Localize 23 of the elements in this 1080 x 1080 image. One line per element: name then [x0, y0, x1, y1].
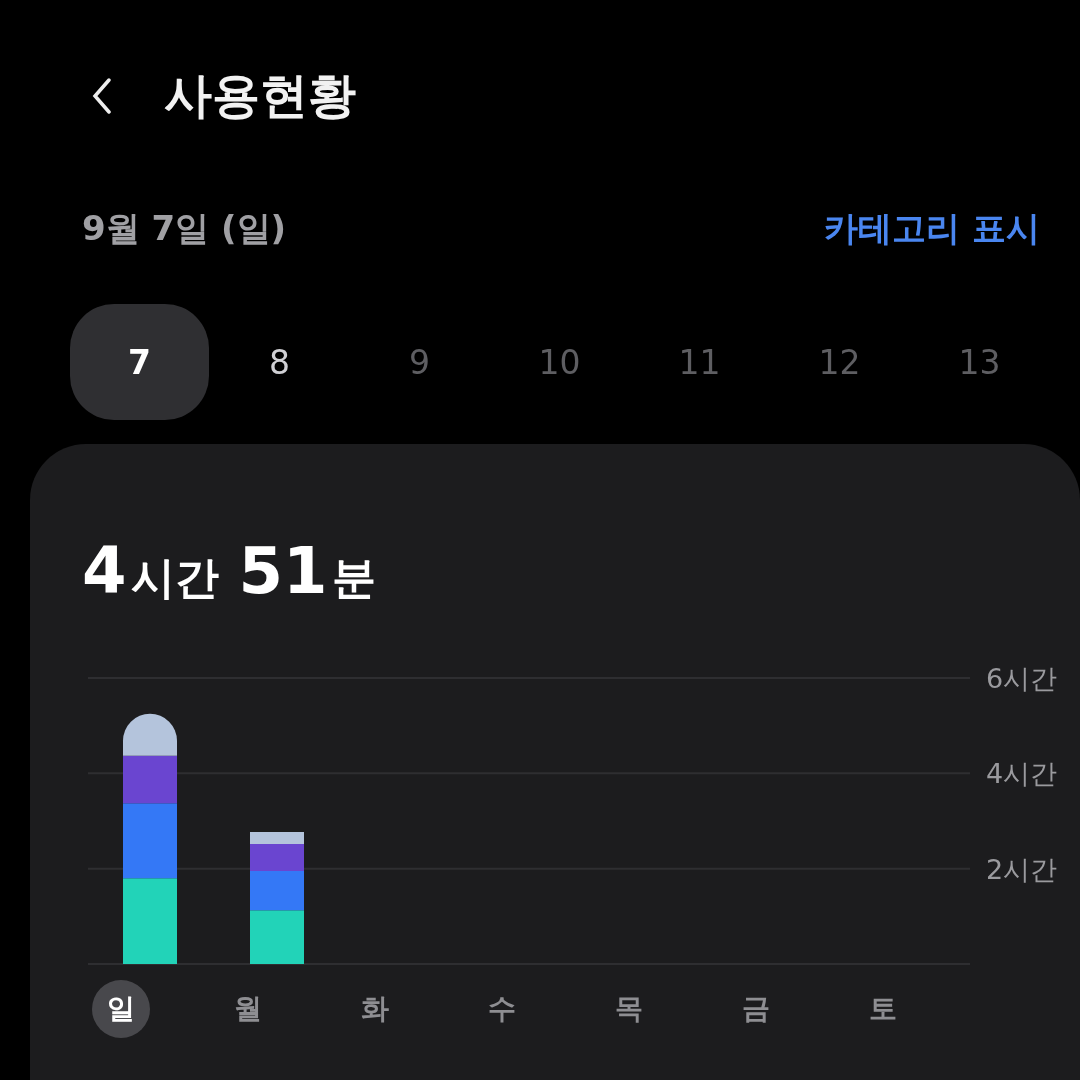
- back-icon[interactable]: [92, 78, 112, 114]
- total-minutes: 51: [238, 534, 328, 608]
- bar-segment: [123, 713, 177, 756]
- axis-label: 6시간: [986, 663, 1058, 694]
- date-label: 9월 7일 (일): [82, 207, 287, 250]
- weekday-label[interactable]: 토: [854, 980, 912, 1038]
- axis-label: 4시간: [986, 758, 1058, 790]
- weekday-label[interactable]: 금: [727, 980, 785, 1038]
- minutes-unit: 분: [331, 551, 376, 605]
- total-hours: 4: [82, 534, 127, 608]
- axis-label: 2시간: [986, 853, 1058, 885]
- day-tab[interactable]: 7: [70, 304, 209, 420]
- weekday-label[interactable]: 월: [219, 980, 277, 1038]
- bar-segment: [250, 871, 304, 911]
- day-tab[interactable]: 8: [210, 304, 349, 420]
- weekday-label[interactable]: 목: [600, 980, 658, 1038]
- screen-title: 사용현황: [164, 66, 356, 125]
- weekday-label[interactable]: 수: [473, 980, 531, 1038]
- hours-unit: 시간: [130, 551, 219, 605]
- weekday-label[interactable]: 일: [92, 980, 150, 1038]
- bar-segment: [250, 910, 304, 964]
- category-link[interactable]: 카테고리 표시: [824, 206, 1040, 252]
- weekday-label[interactable]: 화: [346, 980, 404, 1038]
